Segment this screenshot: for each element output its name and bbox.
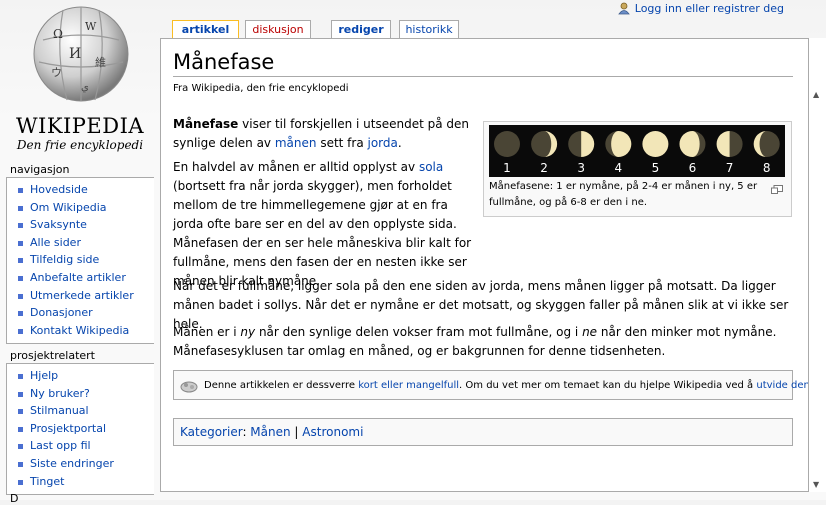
thumbnail-caption: Månefasene: 1 er nymåne, på 2-4 er månen…	[489, 181, 758, 208]
svg-text:ウ: ウ	[51, 66, 62, 79]
project-item-recent-changes[interactable]: Siste endringer	[15, 455, 154, 473]
wikipedia-logo[interactable]: Ω W И 維 ウ ي WIKIPEDIA Den frie encyklope…	[10, 0, 150, 160]
next-portlet-heading: D	[10, 492, 19, 505]
project-item-upload[interactable]: Last opp fil	[15, 437, 154, 455]
moon-phase-4	[605, 131, 632, 157]
user-icon	[617, 2, 630, 15]
link-moon[interactable]: månen	[275, 136, 317, 150]
nav-item-visually-impaired[interactable]: Svaksynte	[15, 216, 154, 234]
navigation-heading: navigasjon	[10, 163, 70, 176]
paragraph-2: En halvdel av månen er alltid opplyst av…	[173, 160, 472, 288]
moon-phase-number: 7	[726, 161, 734, 175]
moon-phase-number: 8	[763, 161, 771, 175]
moon-phase-7	[716, 131, 743, 157]
nav-item-featured[interactable]: Utmerkede artikler	[15, 287, 154, 305]
nav-item-main-page[interactable]: Hovedside	[15, 181, 154, 199]
scroll-up-arrow-icon[interactable]: ▲	[813, 90, 819, 99]
project-portlet: prosjektrelatert Hjelp Ny bruker? Stilma…	[6, 349, 154, 496]
nav-item-contact[interactable]: Kontakt Wikipedia	[15, 322, 154, 340]
moon-phases-image[interactable]: 1 2 3 4 5 6 7 8	[489, 125, 785, 177]
tab-history[interactable]: historikk	[399, 20, 459, 38]
enlarge-icon[interactable]	[771, 185, 783, 194]
svg-text:Ω: Ω	[53, 27, 63, 41]
link-sun[interactable]: sola	[419, 160, 443, 174]
svg-text:維: 維	[95, 56, 106, 69]
nav-item-recommended[interactable]: Anbefalte artikler	[15, 269, 154, 287]
nav-item-random-page[interactable]: Tilfeldig side	[15, 251, 154, 269]
moon-phase-number: 6	[689, 161, 697, 175]
scroll-down-arrow-icon[interactable]: ▼	[813, 480, 819, 489]
content-area: Månefase Fra Wikipedia, den frie encyklo…	[160, 38, 813, 492]
paragraph-4: Månen er i ny når den synlige delen voks…	[173, 325, 777, 358]
tab-discussion[interactable]: diskusjon	[245, 20, 311, 38]
navigation-portlet: navigasjon Hovedside Om Wikipedia Svaksy…	[6, 163, 154, 345]
personal-bar: Logg inn eller registrer deg	[617, 2, 784, 15]
moon-phase-number: 5	[652, 161, 660, 175]
moon-phases-thumbnail: 1 2 3 4 5 6 7 8 Månefasene: 1 er nymåne, på 2-4…	[483, 121, 792, 217]
link-expand-it[interactable]: utvide den	[756, 380, 809, 391]
nav-item-donations[interactable]: Donasjoner	[15, 304, 154, 322]
category-links: Kategorier: Månen | Astronomi	[173, 418, 793, 446]
link-short-or-incomplete[interactable]: kort eller mangelfull	[358, 380, 459, 391]
tab-article[interactable]: artikkel	[172, 20, 239, 39]
tab-edit[interactable]: rediger	[331, 20, 391, 38]
moon-phase-8	[753, 131, 780, 157]
nav-item-about[interactable]: Om Wikipedia	[15, 199, 154, 217]
vertical-scrollbar[interactable]: ▲ ▼	[808, 38, 826, 492]
stub-icon	[180, 381, 198, 393]
page-title: Månefase	[173, 50, 793, 77]
project-item-help[interactable]: Hjelp	[15, 367, 154, 385]
moon-phase-6	[679, 131, 706, 157]
site-subtitle: Fra Wikipedia, den frie encyklopedi	[173, 83, 349, 94]
project-heading: prosjektrelatert	[10, 349, 95, 362]
moon-phase-number: 2	[540, 161, 548, 175]
paragraph-intro: Månefase viser til forskjellen i utseend…	[173, 117, 470, 150]
project-item-portal[interactable]: Prosjektportal	[15, 420, 154, 438]
link-earth[interactable]: jorda	[368, 136, 398, 150]
category-moon[interactable]: Månen	[250, 425, 290, 439]
moon-phase-number: 3	[577, 161, 585, 175]
project-item-new-user[interactable]: Ny bruker?	[15, 385, 154, 403]
moon-phase-2	[531, 131, 558, 157]
moon-phase-1	[494, 131, 520, 157]
moon-phase-5	[642, 131, 669, 157]
project-item-village-pump[interactable]: Tinget	[15, 473, 154, 491]
project-item-style-manual[interactable]: Stilmanual	[15, 402, 154, 420]
logo-tagline: Den frie encyklopedi	[16, 138, 144, 152]
logo-wordmark: WIKIPEDIA	[15, 114, 145, 138]
svg-text:W: W	[85, 20, 97, 33]
category-astronomy[interactable]: Astronomi	[302, 425, 363, 439]
moon-phase-3	[568, 131, 595, 157]
categories-label[interactable]: Kategorier	[180, 425, 242, 439]
moon-phase-number: 1	[503, 161, 511, 175]
svg-text:ي: ي	[81, 82, 89, 93]
nav-item-all-pages[interactable]: Alle sider	[15, 234, 154, 252]
moon-phase-number: 4	[614, 161, 622, 175]
puzzle-globe-icon: Ω W И 維 ウ ي	[33, 6, 129, 102]
stub-notice: Denne artikkelen er dessverre kort eller…	[173, 370, 813, 400]
login-link[interactable]: Logg inn eller registrer deg	[635, 2, 784, 15]
svg-text:И: И	[69, 46, 81, 62]
